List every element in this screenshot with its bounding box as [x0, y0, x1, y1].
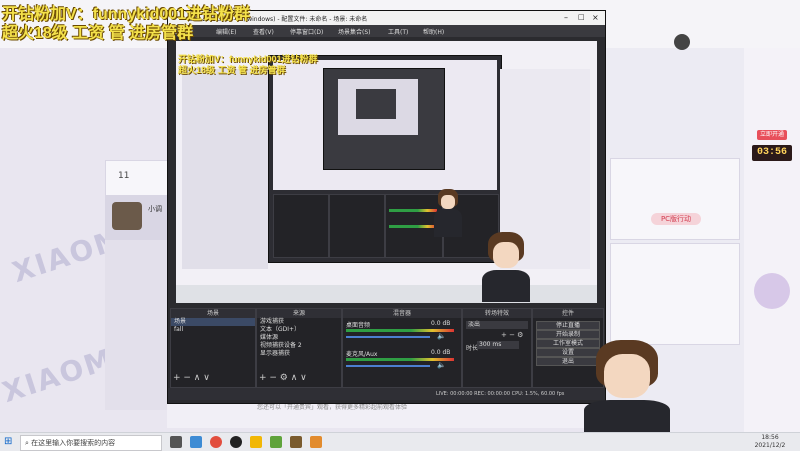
speaker-icon[interactable]: 🔈 [437, 332, 446, 340]
avatar-body [584, 400, 670, 434]
streamer-avatar [112, 202, 142, 230]
inner-meter-1 [389, 209, 437, 212]
obs-icon[interactable] [230, 436, 242, 448]
task-view-icon[interactable] [170, 436, 182, 448]
controls-dock-title: 控件 [533, 309, 603, 318]
vip-badge[interactable]: 立即开通 [757, 130, 787, 140]
pcb-button[interactable]: PC版行动 [651, 213, 701, 225]
inner-meter-2 [389, 225, 437, 228]
transitions-dock: 转场特效 淡出 + − ⚙ 时长 300 ms [462, 308, 532, 388]
app-icon[interactable] [250, 436, 262, 448]
avatar-face [604, 354, 650, 398]
scene-item[interactable]: 场景 [171, 318, 255, 326]
volume-slider-2[interactable] [346, 365, 430, 367]
obs-menubar: 文件(F) 编辑(E) 查看(V) 停靠窗口(D) 场景集合(S) 工具(T) … [168, 25, 605, 37]
obs-preview[interactable] [176, 41, 597, 303]
inner-scenes-dock [273, 194, 329, 258]
transition-select[interactable]: 淡出 [466, 321, 528, 329]
center-lower-area: 您还可以「开通贵宾」观看，获得更多精彩超前观看体验 [167, 402, 604, 428]
obs-statusbar: LIVE: 00:00:00 REC: 00:00:00 CPU: 1.5%, … [168, 388, 605, 400]
mixer-channel-2-name: 麦克风/Aux [346, 351, 378, 358]
vtuber-avatar-mid [480, 232, 532, 302]
mixer-channel-2-db: 0.0 dB [431, 349, 451, 356]
avatar-body [482, 270, 530, 302]
clock-date[interactable]: 2021/12/2 [750, 442, 790, 449]
app-icon[interactable] [270, 436, 282, 448]
taskbar-search-input[interactable]: ⌕ 在这里输入你要搜索的内容 [20, 435, 162, 451]
menu-edit[interactable]: 编辑(E) [216, 27, 236, 36]
preview-taskbar [176, 285, 597, 303]
sources-dock: 来源 游戏捕获 文本（GDI+） 媒体源 视频捕获设备 2 显示器捕获 + − … [256, 308, 342, 388]
mixer-dock-title: 混音器 [343, 309, 461, 318]
close-button[interactable]: × [592, 13, 599, 22]
promo-line-2: 超火18级 工资 管 进房管群 [2, 25, 194, 42]
menu-docks[interactable]: 停靠窗口(D) [290, 27, 323, 36]
scenes-dock-title: 场景 [171, 309, 255, 318]
preview-avatar-body [434, 209, 462, 237]
menu-help[interactable]: 帮助(H) [423, 27, 444, 36]
source-item[interactable]: 游戏捕获 [257, 318, 341, 326]
streamer-name: 小调 [148, 205, 162, 213]
stop-streaming-button[interactable]: 停止直播 [536, 321, 600, 330]
clock-time[interactable]: 18:56 [750, 434, 790, 441]
mixer-channel-1-name: 桌面音频 [346, 322, 371, 329]
preview-left-panel [182, 69, 268, 269]
transitions-dock-title: 转场特效 [463, 309, 531, 318]
menu-view[interactable]: 查看(V) [253, 27, 274, 36]
inner-inner-preview [338, 79, 418, 135]
left-card-count: 11 [118, 171, 130, 181]
streamer-thumbnail[interactable]: 小调 [105, 195, 169, 241]
mixer-dock: 混音器 桌面音频 0.0 dB 🔈 麦克风/Aux 0.0 dB 🔈 [342, 308, 462, 388]
sources-dock-title: 来源 [257, 309, 341, 318]
vtuber-avatar-main [584, 340, 670, 434]
right-card: PC版行动 [610, 158, 740, 240]
app-icon[interactable] [190, 436, 202, 448]
far-right-column: 立即开通 03:56 [744, 48, 800, 432]
menu-scene-collection[interactable]: 场景集合(S) [338, 27, 371, 36]
promo-line-2-echo: 超火18级 工资 管 进房管群 [178, 65, 286, 75]
maximize-button[interactable]: □ [578, 13, 585, 21]
gift-card [610, 243, 740, 345]
inner-3-obs [356, 89, 396, 119]
duration-input[interactable]: 300 ms [477, 341, 519, 349]
source-item[interactable]: 视频捕获设备 2 [257, 342, 341, 350]
source-add-icon[interactable]: + − ⚙ ∧ ∨ [259, 373, 307, 383]
app-icon[interactable] [310, 436, 322, 448]
minimize-button[interactable]: – [564, 13, 568, 22]
windows-taskbar: ⊞ ⌕ 在这里输入你要搜索的内容 18:56 2021/12/2 [0, 432, 800, 451]
windows-start-icon[interactable]: ⊞ [4, 436, 12, 447]
source-item[interactable]: 媒体源 [257, 334, 341, 342]
user-avatar-2[interactable] [754, 273, 790, 309]
start-recording-button[interactable]: 开始录制 [536, 330, 600, 339]
speaker-icon[interactable]: 🔈 [437, 361, 446, 369]
source-item[interactable]: 文本（GDI+） [257, 326, 341, 334]
status-text: LIVE: 00:00:00 REC: 00:00:00 CPU: 1.5%, … [436, 391, 565, 397]
scenes-dock: 场景 场景 fall + − ∧ ∨ [170, 308, 256, 388]
preview-obs-inner [268, 55, 502, 263]
chrome-icon[interactable] [210, 436, 222, 448]
avatar-face [493, 242, 519, 268]
inner-sources-dock [329, 194, 385, 258]
search-placeholder: 在这里输入你要搜索的内容 [31, 439, 116, 447]
app-icon[interactable] [290, 436, 302, 448]
preview-avatar-face [441, 195, 455, 209]
left-panel [105, 240, 167, 410]
profile-avatar[interactable] [674, 34, 690, 50]
source-item[interactable]: 显示器捕获 [257, 350, 341, 358]
scene-item[interactable]: fall [171, 326, 255, 334]
menu-tools[interactable]: 工具(T) [388, 27, 408, 36]
inner-preview [273, 60, 497, 190]
inner-inner-obs [323, 68, 445, 170]
mixer-channel-1-db: 0.0 dB [431, 320, 451, 327]
search-icon: ⌕ [25, 439, 29, 447]
scene-add-icon[interactable]: + − ∧ ∨ [173, 373, 210, 383]
volume-slider-1[interactable] [346, 336, 430, 338]
countdown-timer: 03:56 [752, 145, 792, 161]
transition-add-icon[interactable]: + − ⚙ [501, 331, 523, 339]
